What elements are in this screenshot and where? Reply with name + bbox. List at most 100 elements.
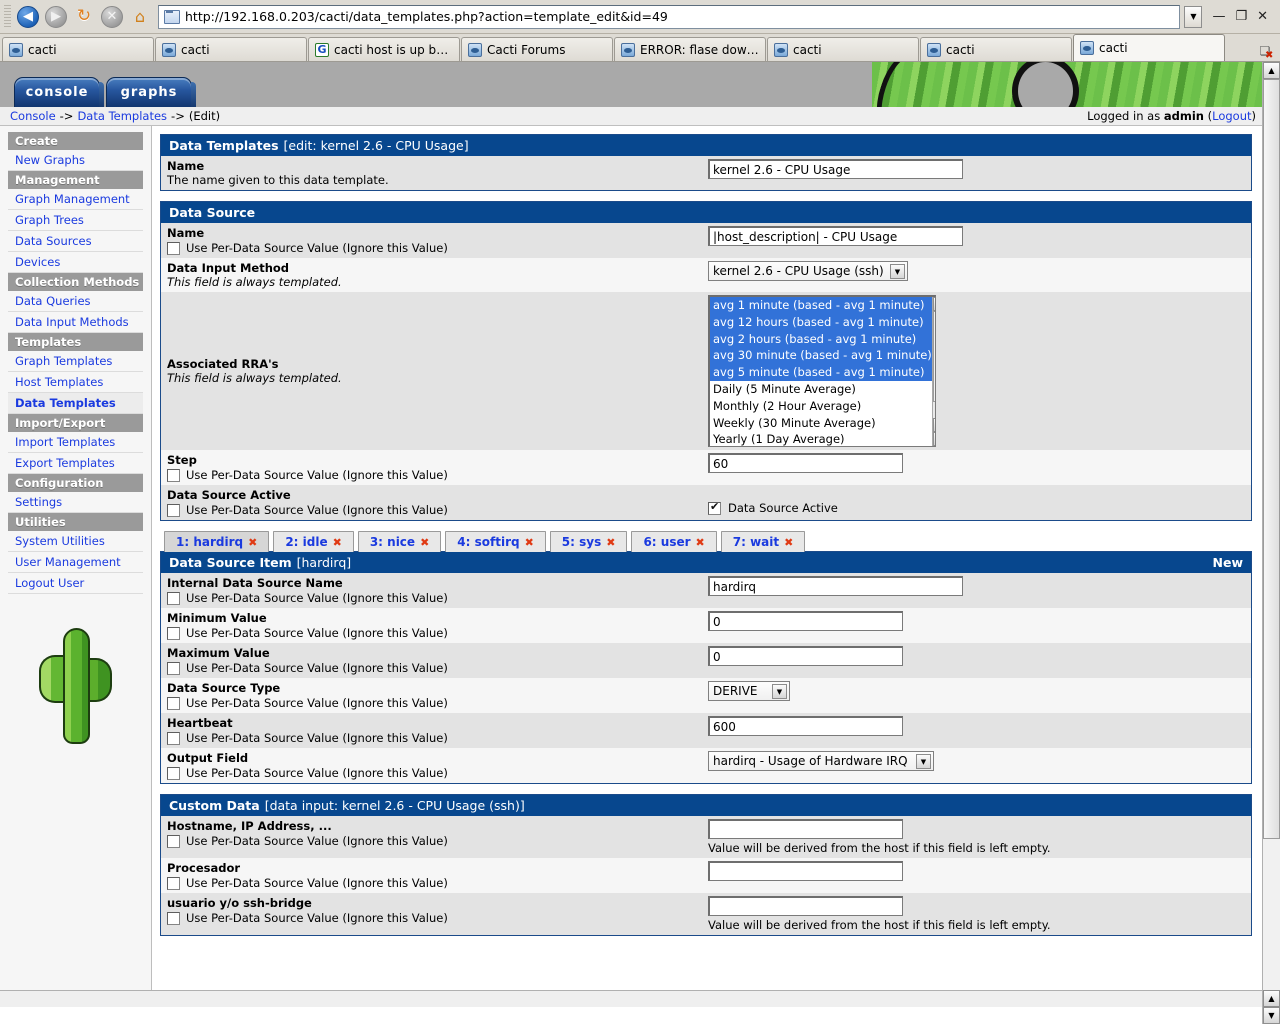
browser-tab-active[interactable]: cacti xyxy=(1073,34,1225,61)
home-button[interactable]: ⌂ xyxy=(126,3,154,31)
scroll-down-icon[interactable]: ▼ xyxy=(932,432,935,446)
browser-tab[interactable]: cacti xyxy=(155,37,307,61)
scroll-up-icon-2[interactable]: ▲ xyxy=(932,418,935,432)
hostname-per-ds-checkbox[interactable] xyxy=(167,834,180,848)
sidebar-item-import-templates[interactable]: Import Templates xyxy=(8,432,143,453)
usuario-per-ds[interactable]: Use Per-Data Source Value (Ignore this V… xyxy=(167,911,706,925)
scrollbar-track[interactable] xyxy=(932,402,935,418)
sidebar-item-new-graphs[interactable]: New Graphs xyxy=(8,150,143,171)
vertical-scrollbar-thumb[interactable] xyxy=(1263,79,1280,839)
data-source-type-select[interactable]: DERIVE ▼ xyxy=(708,681,790,701)
hostname-per-ds[interactable]: Use Per-Data Source Value (Ignore this V… xyxy=(167,834,706,848)
ds-item-tab-idle[interactable]: 2: idle ✖ xyxy=(273,531,354,552)
close-button[interactable]: ✕ xyxy=(1257,10,1268,23)
close-icon[interactable]: ✖ xyxy=(784,536,793,549)
ds-name-per-ds[interactable]: Use Per-Data Source Value (Ignore this V… xyxy=(167,241,706,255)
minimize-button[interactable]: — xyxy=(1212,10,1225,23)
sidebar-item-logout-user[interactable]: Logout User xyxy=(8,573,143,594)
sidebar-item-graph-trees[interactable]: Graph Trees xyxy=(8,210,143,231)
maximum-per-ds-checkbox[interactable] xyxy=(167,661,180,675)
usuario-ssh-bridge-input[interactable] xyxy=(708,896,903,916)
internal-name-input[interactable]: hardirq xyxy=(708,576,963,596)
scroll-up-icon-bottom[interactable]: ▲ xyxy=(1263,990,1280,1007)
scroll-up-icon[interactable]: ▲ xyxy=(932,297,935,311)
dsactive-per-ds-checkbox[interactable] xyxy=(167,503,180,517)
rra-option[interactable]: Yearly (1 Day Average) xyxy=(710,431,932,446)
sidebar-item-settings[interactable]: Settings xyxy=(8,492,143,513)
toolbar-grip[interactable] xyxy=(4,4,11,29)
ds-item-tab-sys[interactable]: 5: sys ✖ xyxy=(549,531,628,552)
ds-item-tab-nice[interactable]: 3: nice ✖ xyxy=(357,531,442,552)
sidebar-item-devices[interactable]: Devices xyxy=(8,252,143,273)
restore-button[interactable]: ❐ xyxy=(1235,10,1247,23)
output-field-select[interactable]: hardirq - Usage of Hardware IRQ ▼ xyxy=(708,751,934,771)
stop-button[interactable]: ✕ xyxy=(98,3,126,31)
minimum-value-input[interactable]: 0 xyxy=(708,611,903,631)
ds-item-tab-hardirq[interactable]: 1: hardirq ✖ xyxy=(164,531,270,552)
close-icon[interactable]: ✖ xyxy=(606,536,615,549)
sidebar-item-data-templates[interactable]: Data Templates xyxy=(8,393,143,414)
sidebar-item-data-input-methods[interactable]: Data Input Methods xyxy=(8,312,143,333)
step-input[interactable]: 60 xyxy=(708,453,903,473)
internal-name-per-ds-checkbox[interactable] xyxy=(167,591,180,605)
ds-item-tab-wait[interactable]: 7: wait ✖ xyxy=(720,531,806,552)
sidebar-item-host-templates[interactable]: Host Templates xyxy=(8,372,143,393)
maximum-value-input[interactable]: 0 xyxy=(708,646,903,666)
reload-button[interactable]: ↻ xyxy=(70,3,98,31)
rra-option[interactable]: avg 30 minute (based - avg 1 minute) xyxy=(710,347,932,365)
data-input-method-select[interactable]: kernel 2.6 - CPU Usage (ssh) ▼ xyxy=(708,261,908,281)
procesador-input[interactable] xyxy=(708,861,903,881)
browser-tab[interactable]: cacti xyxy=(920,37,1072,61)
back-button[interactable]: ◀ xyxy=(14,3,42,31)
new-data-source-item-link[interactable]: New xyxy=(1213,555,1244,570)
close-tab-icon[interactable]: ❏ ✖ xyxy=(1260,44,1274,61)
scrollbar-thumb[interactable] xyxy=(932,311,935,402)
scroll-up-icon[interactable]: ▲ xyxy=(1263,62,1280,79)
sidebar-item-system-utilities[interactable]: System Utilities xyxy=(8,531,143,552)
close-icon[interactable]: ✖ xyxy=(248,536,257,549)
dstype-per-ds[interactable]: Use Per-Data Source Value (Ignore this V… xyxy=(167,696,706,710)
sidebar-item-graph-management[interactable]: Graph Management xyxy=(8,189,143,210)
dstype-per-ds-checkbox[interactable] xyxy=(167,696,180,710)
horizontal-scrollbar[interactable] xyxy=(0,990,1262,1007)
close-icon[interactable]: ✖ xyxy=(420,536,429,549)
sidebar-item-user-management[interactable]: User Management xyxy=(8,552,143,573)
sidebar-item-data-queries[interactable]: Data Queries xyxy=(8,291,143,312)
browser-tab[interactable]: G cacti host is up but ... xyxy=(308,37,460,61)
rra-option[interactable]: avg 1 minute (based - avg 1 minute) xyxy=(710,297,932,314)
heartbeat-per-ds-checkbox[interactable] xyxy=(167,731,180,745)
logout-link[interactable]: Logout xyxy=(1212,109,1251,123)
minimum-per-ds-checkbox[interactable] xyxy=(167,626,180,640)
browser-tab[interactable]: Cacti Forums xyxy=(461,37,613,61)
nav-tab-console[interactable]: console xyxy=(14,77,104,107)
close-icon[interactable]: ✖ xyxy=(696,536,705,549)
nav-tab-graphs[interactable]: graphs xyxy=(106,77,196,107)
associated-rras-listbox[interactable]: avg 1 minute (based - avg 1 minute) avg … xyxy=(708,295,936,447)
rra-option[interactable]: avg 12 hours (based - avg 1 minute) xyxy=(710,313,932,331)
ds-name-per-ds-checkbox[interactable] xyxy=(167,241,180,255)
internal-name-per-ds[interactable]: Use Per-Data Source Value (Ignore this V… xyxy=(167,591,706,605)
maximum-per-ds[interactable]: Use Per-Data Source Value (Ignore this V… xyxy=(167,661,706,675)
rra-option[interactable]: avg 2 hours (based - avg 1 minute) xyxy=(710,330,932,348)
heartbeat-per-ds[interactable]: Use Per-Data Source Value (Ignore this V… xyxy=(167,731,706,745)
heartbeat-input[interactable]: 600 xyxy=(708,716,903,736)
browser-tab[interactable]: ERROR: flase down s... xyxy=(614,37,766,61)
address-bar[interactable]: http://192.168.0.203/cacti/data_template… xyxy=(158,4,1181,29)
procesador-per-ds[interactable]: Use Per-Data Source Value (Ignore this V… xyxy=(167,876,706,890)
dsactive-per-ds[interactable]: Use Per-Data Source Value (Ignore this V… xyxy=(167,503,706,517)
rra-option[interactable]: Daily (5 Minute Average) xyxy=(710,381,932,398)
rra-option[interactable]: Weekly (30 Minute Average) xyxy=(710,415,932,432)
ds-name-input[interactable]: |host_description| - CPU Usage xyxy=(708,226,963,246)
sidebar-item-graph-templates[interactable]: Graph Templates xyxy=(8,351,143,372)
sidebar-item-export-templates[interactable]: Export Templates xyxy=(8,453,143,474)
breadcrumb-console-link[interactable]: Console xyxy=(10,109,56,123)
output-field-per-ds[interactable]: Use Per-Data Source Value (Ignore this V… xyxy=(167,766,706,780)
template-name-input[interactable]: kernel 2.6 - CPU Usage xyxy=(708,159,963,179)
browser-tab[interactable]: cacti xyxy=(2,37,154,61)
vertical-scrollbar[interactable]: ▲ ▲ ▼ xyxy=(1262,62,1280,1024)
ds-item-tab-user[interactable]: 6: user ✖ xyxy=(631,531,717,552)
address-dropdown-button[interactable]: ▼ xyxy=(1184,5,1203,28)
sidebar-item-data-sources[interactable]: Data Sources xyxy=(8,231,143,252)
scroll-down-icon[interactable]: ▼ xyxy=(1263,1007,1280,1024)
close-icon[interactable]: ✖ xyxy=(333,536,342,549)
